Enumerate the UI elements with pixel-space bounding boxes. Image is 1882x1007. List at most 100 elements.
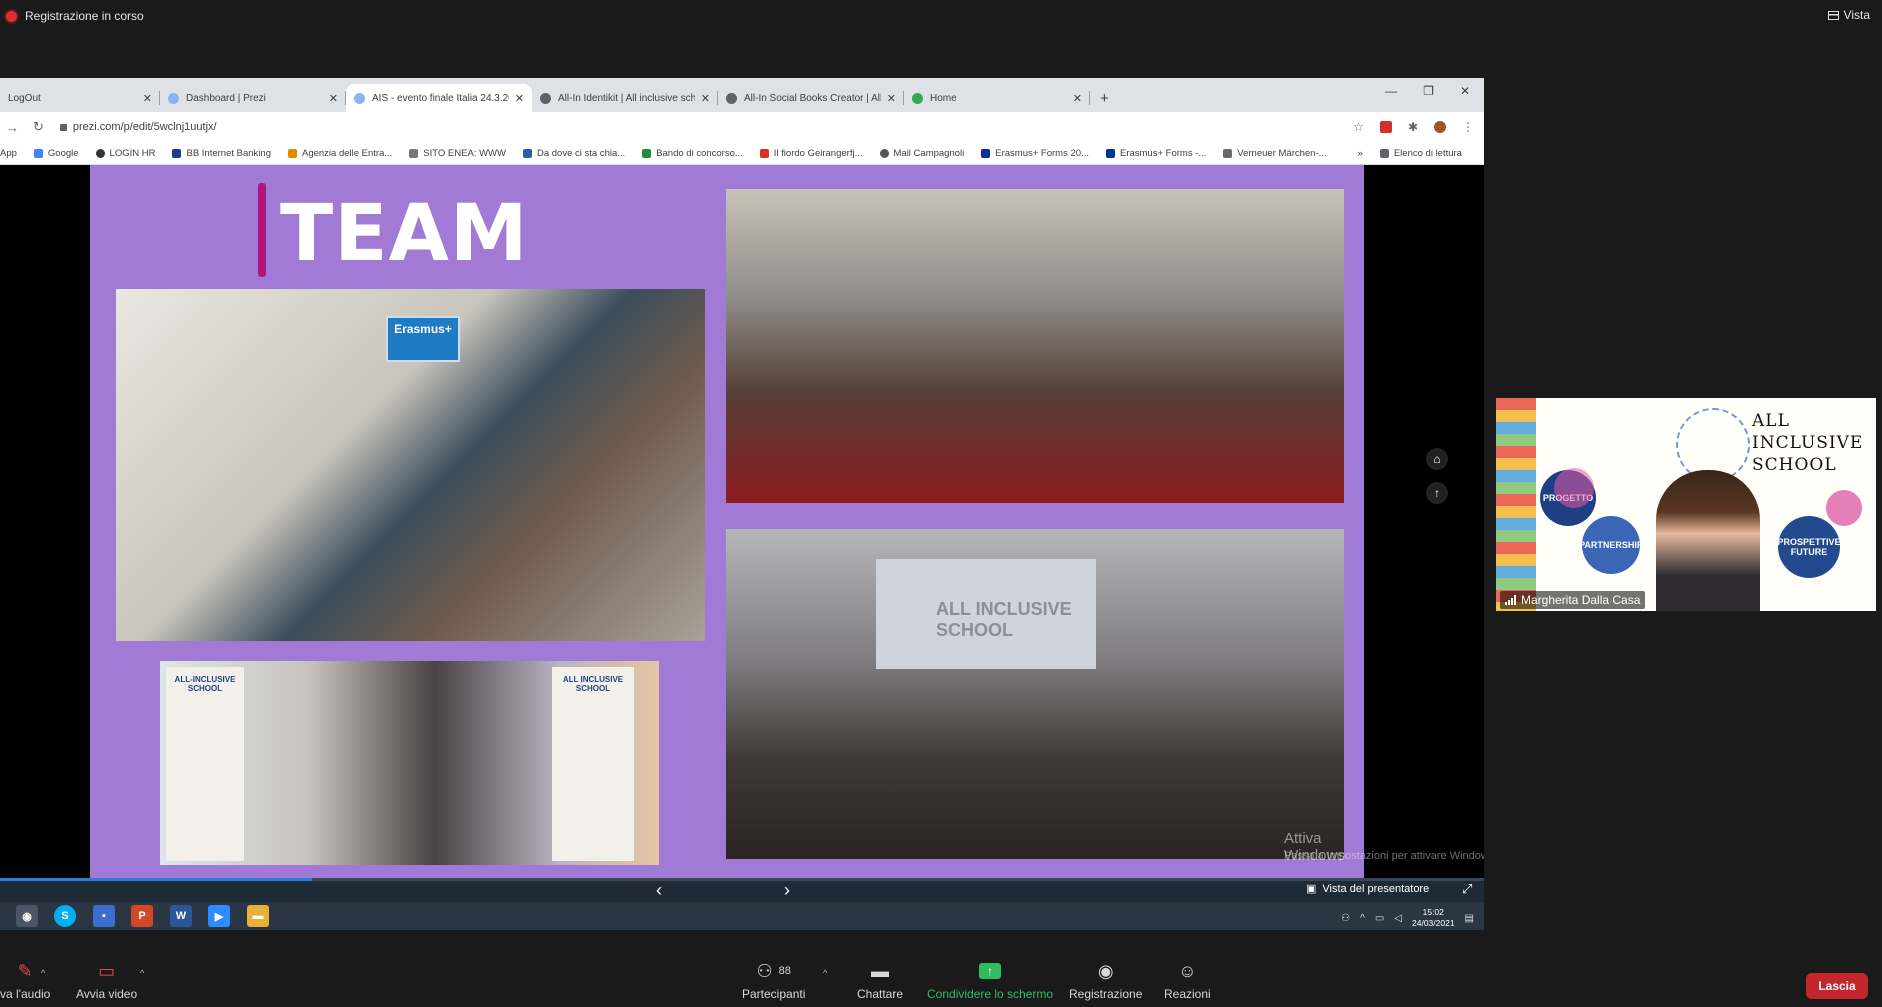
bookmark-label: Agenzia delle Entra... (301, 147, 393, 159)
video-button[interactable]: ▭ Avvia video (76, 960, 137, 1002)
leave-button[interactable]: Lascia (1806, 973, 1868, 999)
tab-identikit[interactable]: All-In Identikit | All inclusive scho ✕ (532, 84, 718, 112)
participants-label: Partecipanti (742, 987, 806, 1001)
team-photo-staircase (726, 189, 1344, 503)
close-tab-icon[interactable]: ✕ (143, 92, 152, 105)
tab-prezi-edit[interactable]: AIS - evento finale Italia 24.3.202 ✕ (346, 84, 532, 112)
volume-icon[interactable]: ◁ (1394, 913, 1402, 924)
notifications-icon[interactable]: ▤ (1465, 913, 1474, 924)
browser-tab-strip: LogOut ✕ Dashboard | Prezi ✕ AIS - evento … (0, 78, 1484, 112)
presenter-view-button[interactable]: ▣ Vista del presentatore (1306, 882, 1429, 896)
bookmark-item[interactable]: Erasmus+ Forms 20... (981, 148, 1089, 159)
grid-view-icon (1827, 10, 1839, 20)
projector-screen: ALL INCLUSIVE SCHOOL (876, 559, 1096, 669)
audio-button[interactable]: ✎ va l'audio (0, 960, 50, 1002)
zoom-out-icon[interactable]: ↑ (1426, 482, 1448, 504)
bookmark-item[interactable]: Agenzia delle Entra... (287, 147, 393, 159)
presenter-person (1656, 470, 1760, 611)
recording-label: Registrazione in corso (25, 9, 144, 23)
pdf-extension-icon[interactable] (1379, 121, 1392, 133)
prezi-controls: ‹ › ▣ Vista del presentatore ⤢ (0, 878, 1484, 902)
bookmark-item[interactable]: Google (33, 148, 79, 159)
bookmark-item[interactable]: SITO ENEA: WWW (409, 148, 506, 159)
zoom-taskbar-icon[interactable]: ▶ (208, 905, 230, 927)
restore-icon[interactable]: ❐ (1423, 84, 1434, 98)
share-screen-button[interactable]: ↑ Condividere lo schermo (927, 960, 1053, 1001)
zoom-toolbar: ✎ va l'audio ^ ▭ Avvia video ^ ⚇ 88 Parte… (0, 950, 1882, 1007)
tray-chevron-icon[interactable]: ^ (1360, 913, 1365, 924)
reading-list[interactable]: Elenco di lettura (1379, 148, 1462, 159)
document-icon (642, 148, 652, 158)
reactions-smiley-icon: ☺ (1178, 960, 1197, 981)
clock[interactable]: 15:02 24/03/2021 (1412, 907, 1455, 929)
new-tab-icon[interactable]: + (1100, 84, 1109, 112)
close-tab-icon[interactable]: ✕ (1073, 92, 1082, 105)
people-icon[interactable]: ⚇ (1341, 913, 1350, 924)
participant-video[interactable]: PROGETTO PARTNERSHIP PROSPETTIVE FUTURE … (1496, 398, 1876, 611)
chrome-taskbar-icon[interactable]: ◉ (16, 905, 38, 927)
network-icon[interactable]: ▭ (1375, 913, 1384, 924)
file-explorer-taskbar-icon[interactable]: ▬ (247, 905, 269, 927)
forward-icon[interactable]: → (6, 120, 19, 135)
bookmarks-bar: App Google LOGIN HR BB Internet Banking … (0, 142, 1484, 165)
bookmark-label: LOGIN HR (109, 147, 156, 159)
prezi-favicon-icon (354, 92, 365, 104)
powerpoint-taskbar-icon[interactable]: P (131, 905, 153, 927)
bookmark-item[interactable]: Bando di concorso... (642, 148, 743, 159)
bookmark-item[interactable]: LOGIN HR (95, 147, 156, 159)
close-window-icon[interactable]: ✕ (1460, 84, 1470, 98)
close-tab-icon[interactable]: ✕ (887, 92, 896, 105)
banner-left: ALL-INCLUSIVE SCHOOL (166, 667, 244, 861)
minimize-icon[interactable]: — (1385, 84, 1397, 98)
close-tab-icon[interactable]: ✕ (515, 92, 524, 105)
window-controls: — ❐ ✕ (1385, 84, 1470, 98)
home-icon[interactable]: ⌂ (1426, 448, 1448, 470)
tab-logout[interactable]: LogOut ✕ (0, 84, 160, 112)
shield-icon (522, 148, 532, 158)
bookmark-item[interactable]: App (0, 148, 17, 159)
home-favicon-icon (912, 92, 923, 104)
extensions-puzzle-icon[interactable]: ✱ (1408, 120, 1418, 134)
close-tab-icon[interactable]: ✕ (329, 92, 338, 105)
reactions-button[interactable]: ☺ Reazioni (1164, 960, 1211, 1002)
bookmark-label: Da dove ci sta chia... (536, 147, 626, 159)
close-tab-icon[interactable]: ✕ (701, 92, 710, 105)
eu-flag-icon (981, 148, 991, 158)
previous-step-icon[interactable]: ‹ (656, 880, 662, 901)
reload-icon[interactable]: ↻ (33, 119, 44, 135)
tab-home[interactable]: Home ✕ (904, 84, 1090, 112)
bookmark-item[interactable]: Il fiordo Geirangerfj... (759, 147, 863, 159)
fullscreen-icon[interactable]: ⤢ (1462, 881, 1472, 897)
tab-prezi-dashboard[interactable]: Dashboard | Prezi ✕ (160, 84, 346, 112)
chat-button[interactable]: ▬ Chattare (857, 960, 903, 1002)
profile-avatar[interactable] (1434, 121, 1446, 133)
microphone-muted-icon: ✎ (17, 960, 33, 981)
menu-kebab-icon[interactable]: ⋮ (1462, 120, 1474, 134)
word-taskbar-icon[interactable]: W (170, 905, 192, 927)
bookmark-star-icon[interactable]: ☆ (1353, 120, 1364, 134)
bookmark-label: Il fiordo Geirangerfj... (773, 147, 863, 159)
bookmark-item[interactable]: Mail Campagnoli (879, 148, 964, 159)
skype-taskbar-icon[interactable]: S (54, 905, 76, 927)
pink-bubble (1554, 468, 1594, 508)
record-button[interactable]: ◉ Registrazione (1069, 960, 1142, 1002)
participants-button[interactable]: ⚇ 88 Partecipanti (742, 960, 806, 1002)
next-step-icon[interactable]: › (784, 880, 790, 901)
computer-taskbar-icon[interactable]: ▪ (93, 905, 115, 927)
bookmark-item[interactable]: Da dove ci sta chia... (522, 147, 626, 159)
bookmark-item[interactable]: Erasmus+ Forms -... (1105, 148, 1206, 159)
view-button[interactable]: Vista (1827, 8, 1870, 22)
bookmark-icon (1223, 148, 1233, 158)
participants-options-chevron-icon[interactable]: ^ (823, 968, 827, 978)
more-bookmarks-icon[interactable]: » (1358, 148, 1363, 159)
tab-social-books[interactable]: All-In Social Books Creator | All in ✕ (718, 84, 904, 112)
bookmark-item[interactable]: Verneuer Märchen-... (1223, 147, 1327, 159)
logo-line: INCLUSIVE (1752, 433, 1864, 453)
video-options-chevron-icon[interactable]: ^ (140, 968, 144, 978)
bookmark-item[interactable]: BB Internet Banking (172, 148, 271, 159)
url-field[interactable]: prezi.com/p/edit/5wclnj1uutjx/ (59, 121, 217, 133)
bookmark-label: Verneuer Märchen-... (1237, 147, 1327, 159)
pencils-decoration (1496, 398, 1536, 611)
audio-options-chevron-icon[interactable]: ^ (41, 968, 45, 978)
bookmark-label: Bando di concorso... (656, 147, 743, 159)
